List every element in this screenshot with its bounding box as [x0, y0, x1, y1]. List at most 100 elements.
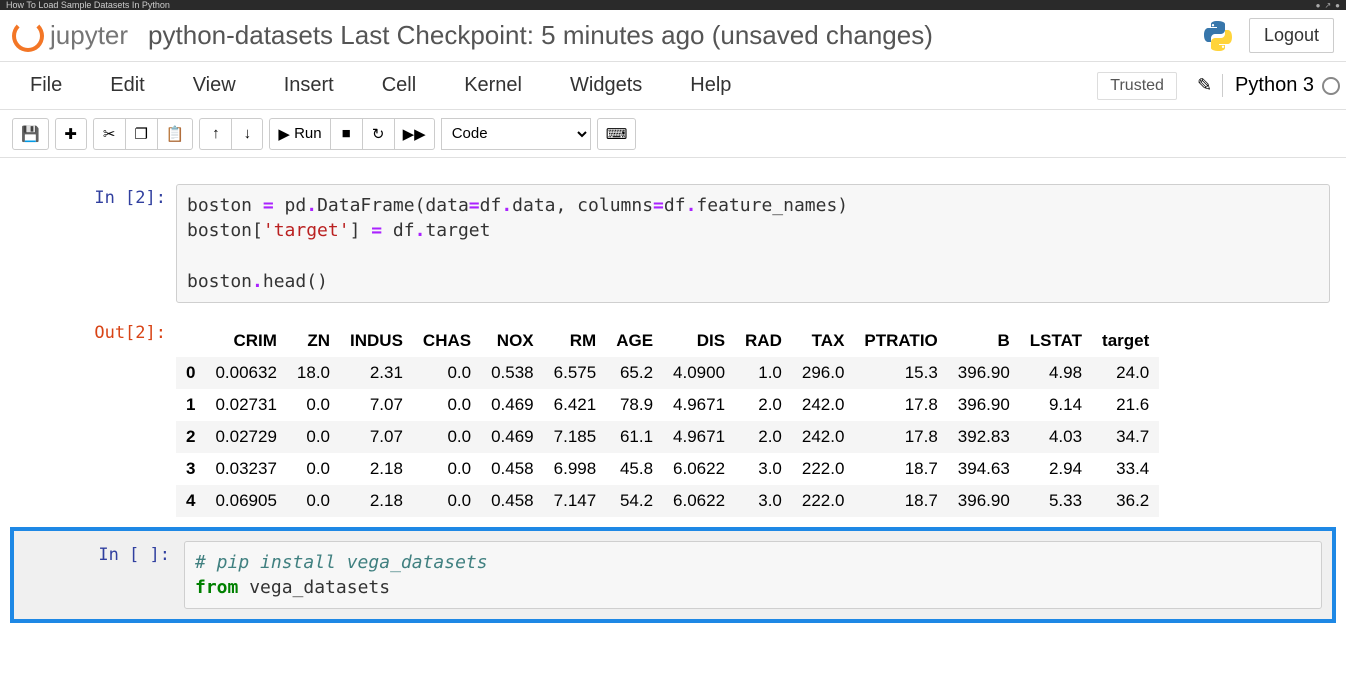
column-header: target: [1092, 325, 1159, 357]
column-header: INDUS: [340, 325, 413, 357]
table-cell: 394.63: [948, 453, 1020, 485]
logout-button[interactable]: Logout: [1249, 18, 1334, 53]
scissors-icon: ✂: [103, 125, 116, 143]
menu-insert[interactable]: Insert: [260, 74, 358, 97]
in-prompt-empty: In [ ]:: [20, 537, 180, 613]
table-cell: 3.0: [735, 485, 792, 517]
column-header: PTRATIO: [854, 325, 947, 357]
column-header: AGE: [606, 325, 663, 357]
notebook-title[interactable]: python-datasets Last Checkpoint: 5 minut…: [148, 20, 1201, 51]
table-cell: 396.90: [948, 485, 1020, 517]
menu-cell[interactable]: Cell: [358, 74, 440, 97]
table-cell: 0.538: [481, 357, 544, 389]
close-window-icon[interactable]: ●: [1335, 1, 1340, 10]
save-icon: 💾: [21, 125, 40, 143]
out-prompt: Out[2]:: [16, 319, 176, 517]
table-cell: 4.0900: [663, 357, 735, 389]
copy-button[interactable]: ❐: [125, 118, 157, 150]
table-cell: 0.0: [413, 453, 481, 485]
minimize-icon[interactable]: ●: [1316, 1, 1321, 10]
notebook-header: jupyter python-datasets Last Checkpoint:…: [0, 10, 1346, 62]
menu-edit[interactable]: Edit: [86, 74, 168, 97]
table-cell: 33.4: [1092, 453, 1159, 485]
table-cell: 396.90: [948, 389, 1020, 421]
table-cell: 0.02731: [205, 389, 286, 421]
arrow-up-icon: ↑: [212, 125, 220, 142]
menu-widgets[interactable]: Widgets: [546, 74, 666, 97]
menu-help[interactable]: Help: [666, 74, 755, 97]
tab-title: How To Load Sample Datasets In Python: [6, 0, 170, 10]
table-row: 10.027310.07.070.00.4696.42178.94.96712.…: [176, 389, 1159, 421]
code-editor-active[interactable]: # pip install vega_datasets from vega_da…: [184, 541, 1322, 609]
table-cell: 4.03: [1020, 421, 1092, 453]
command-palette-button[interactable]: ⌨: [597, 118, 637, 150]
column-header: LSTAT: [1020, 325, 1092, 357]
menu-view[interactable]: View: [169, 74, 260, 97]
move-down-button[interactable]: ↓: [231, 118, 263, 150]
code-cell-2[interactable]: In [2]: boston = pd.DataFrame(data=df.da…: [10, 178, 1336, 309]
browser-tab: How To Load Sample Datasets In Python ● …: [0, 0, 1346, 10]
run-button[interactable]: ▶ Run: [269, 118, 329, 150]
stop-button[interactable]: ■: [330, 118, 362, 150]
table-cell: 1.0: [735, 357, 792, 389]
table-cell: 7.185: [544, 421, 607, 453]
table-cell: 18.7: [854, 453, 947, 485]
kernel-indicator[interactable]: Python 3: [1222, 74, 1340, 97]
table-cell: 0.0: [413, 485, 481, 517]
column-header: CHAS: [413, 325, 481, 357]
cell-type-select[interactable]: Code: [441, 118, 591, 150]
notebook-area: In [2]: boston = pd.DataFrame(data=df.da…: [0, 158, 1346, 637]
restart-icon: ↻: [372, 125, 385, 143]
table-cell: 9.14: [1020, 389, 1092, 421]
table-cell: 2.18: [340, 485, 413, 517]
table-cell: 2.31: [340, 357, 413, 389]
jupyter-logo-text: jupyter: [50, 20, 128, 51]
table-cell: 21.6: [1092, 389, 1159, 421]
column-header: DIS: [663, 325, 735, 357]
move-up-button[interactable]: ↑: [199, 118, 231, 150]
browser-window-controls: ● ↗ ●: [1316, 1, 1340, 10]
menu-file[interactable]: File: [6, 74, 86, 97]
cut-button[interactable]: ✂: [93, 118, 125, 150]
table-cell: 65.2: [606, 357, 663, 389]
code-editor[interactable]: boston = pd.DataFrame(data=df.data, colu…: [176, 184, 1330, 303]
python-logo-icon: [1201, 19, 1235, 53]
maximize-icon[interactable]: ↗: [1324, 1, 1331, 10]
table-cell: 2.0: [735, 389, 792, 421]
row-index: 4: [176, 485, 205, 517]
table-cell: 2.0: [735, 421, 792, 453]
table-cell: 34.7: [1092, 421, 1159, 453]
menu-kernel[interactable]: Kernel: [440, 74, 546, 97]
stop-icon: ■: [342, 125, 351, 142]
table-cell: 78.9: [606, 389, 663, 421]
table-cell: 222.0: [792, 485, 855, 517]
table-cell: 296.0: [792, 357, 855, 389]
table-cell: 7.07: [340, 421, 413, 453]
table-cell: 6.0622: [663, 453, 735, 485]
jupyter-logo[interactable]: jupyter: [12, 20, 128, 52]
run-label: Run: [294, 125, 322, 142]
keyboard-icon: ⌨: [606, 125, 628, 143]
table-cell: 0.0: [287, 453, 340, 485]
table-cell: 17.8: [854, 389, 947, 421]
paste-icon: 📋: [166, 125, 185, 143]
kernel-name: Python 3: [1235, 74, 1314, 97]
add-cell-button[interactable]: ✚: [55, 118, 87, 150]
copy-icon: ❐: [134, 125, 147, 143]
trusted-indicator[interactable]: Trusted: [1097, 72, 1177, 100]
save-button[interactable]: 💾: [12, 118, 49, 150]
table-cell: 0.02729: [205, 421, 286, 453]
paste-button[interactable]: 📋: [157, 118, 194, 150]
table-cell: 15.3: [854, 357, 947, 389]
table-cell: 17.8: [854, 421, 947, 453]
dataframe-table: CRIMZNINDUSCHASNOXRMAGEDISRADTAXPTRATIOB…: [176, 325, 1159, 517]
table-row: 30.032370.02.180.00.4586.99845.86.06223.…: [176, 453, 1159, 485]
pencil-icon[interactable]: ✎: [1187, 75, 1222, 96]
restart-button[interactable]: ↻: [362, 118, 394, 150]
table-cell: 6.998: [544, 453, 607, 485]
code-cell-active[interactable]: In [ ]: # pip install vega_datasets from…: [10, 527, 1336, 623]
table-cell: 18.7: [854, 485, 947, 517]
table-row: 40.069050.02.180.00.4587.14754.26.06223.…: [176, 485, 1159, 517]
table-row: 00.0063218.02.310.00.5386.57565.24.09001…: [176, 357, 1159, 389]
restart-run-all-button[interactable]: ▶▶: [394, 118, 435, 150]
